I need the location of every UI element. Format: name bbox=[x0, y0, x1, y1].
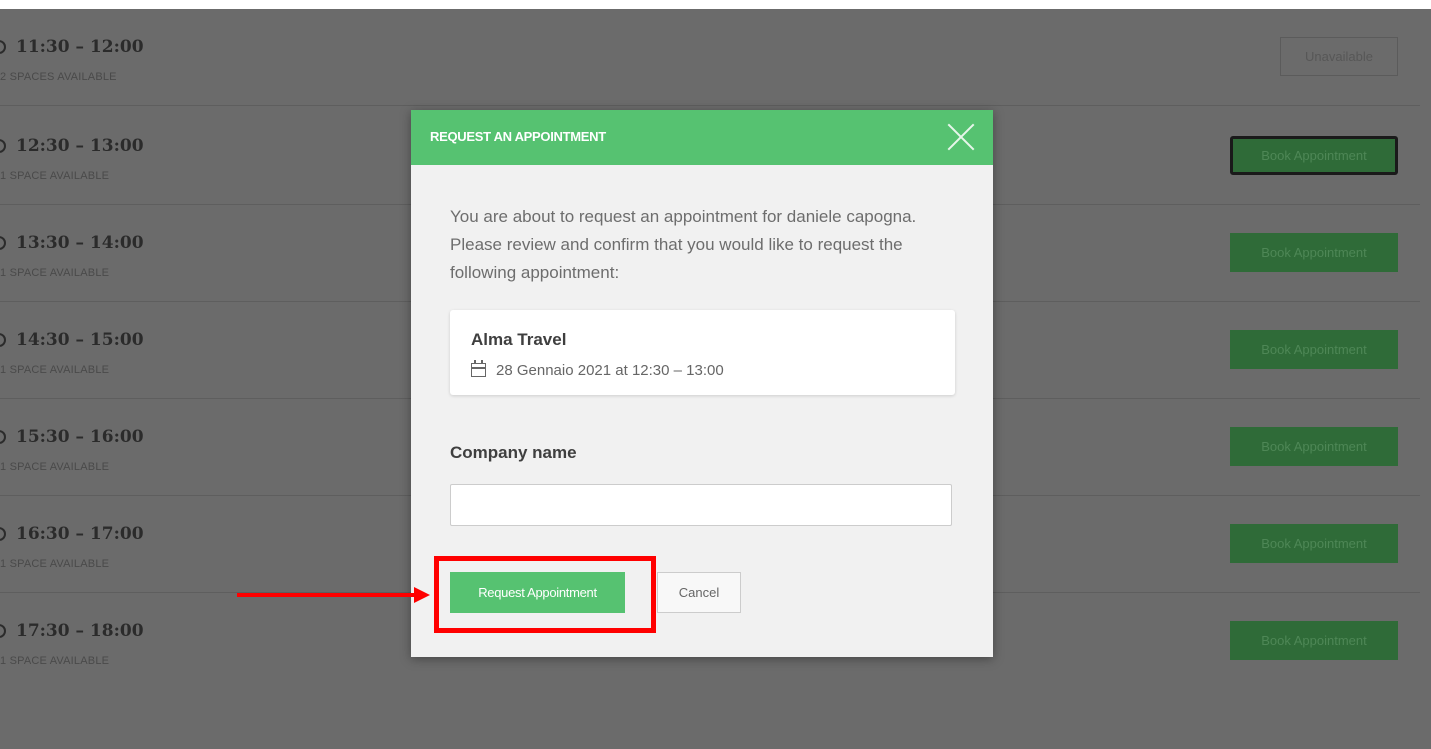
calendar-icon bbox=[471, 360, 486, 377]
clock-icon bbox=[0, 236, 6, 250]
slot-time: 12:30 – 13:00 bbox=[16, 136, 144, 156]
clock-icon bbox=[0, 333, 6, 347]
modal-title: REQUEST AN APPOINTMENT bbox=[430, 129, 606, 144]
company-name-input[interactable] bbox=[450, 484, 952, 526]
clock-icon bbox=[0, 430, 6, 444]
slot-availability: 1 SPACE AVAILABLE bbox=[0, 267, 110, 279]
clock-icon bbox=[0, 624, 6, 638]
appointment-date: 28 Gennaio 2021 at 12:30 – 13:00 bbox=[496, 362, 724, 379]
book-appointment-button[interactable]: Book Appointment bbox=[1230, 524, 1398, 563]
annotation-arrow bbox=[237, 593, 417, 597]
company-title: Alma Travel bbox=[471, 330, 567, 349]
slot-row: 11:30 – 12:00 2 SPACES AVAILABLE Unavail… bbox=[0, 9, 1420, 106]
slot-time: 13:30 – 14:00 bbox=[16, 233, 144, 253]
book-appointment-button[interactable]: Book Appointment bbox=[1230, 330, 1398, 369]
appointment-summary-card: Alma Travel 28 Gennaio 2021 at 12:30 – 1… bbox=[450, 310, 955, 395]
book-appointment-button[interactable]: Book Appointment bbox=[1230, 136, 1398, 175]
slot-availability: 2 SPACES AVAILABLE bbox=[0, 71, 117, 83]
unavailable-button[interactable]: Unavailable bbox=[1280, 37, 1398, 76]
slot-time: 15:30 – 16:00 bbox=[16, 427, 144, 447]
clock-icon bbox=[0, 139, 6, 153]
company-name-label: Company name bbox=[450, 443, 577, 462]
slot-availability: 1 SPACE AVAILABLE bbox=[0, 558, 110, 570]
modal-intro-text: You are about to request an appointment … bbox=[450, 207, 917, 282]
clock-icon bbox=[0, 527, 6, 541]
modal-header: REQUEST AN APPOINTMENT bbox=[411, 110, 993, 165]
slot-time: 11:30 – 12:00 bbox=[16, 37, 144, 57]
slot-availability: 1 SPACE AVAILABLE bbox=[0, 170, 110, 182]
top-strip bbox=[0, 0, 1431, 9]
slot-time: 17:30 – 18:00 bbox=[16, 621, 144, 641]
book-appointment-button[interactable]: Book Appointment bbox=[1230, 427, 1398, 466]
cancel-button[interactable]: Cancel bbox=[657, 572, 741, 613]
annotation-highlight-box bbox=[434, 556, 656, 633]
slot-availability: 1 SPACE AVAILABLE bbox=[0, 655, 110, 667]
slot-time: 16:30 – 17:00 bbox=[16, 524, 144, 544]
close-icon[interactable] bbox=[947, 123, 975, 151]
clock-icon bbox=[0, 40, 6, 54]
slot-availability: 1 SPACE AVAILABLE bbox=[0, 461, 110, 473]
book-appointment-button[interactable]: Book Appointment bbox=[1230, 621, 1398, 660]
book-appointment-button[interactable]: Book Appointment bbox=[1230, 233, 1398, 272]
slot-time: 14:30 – 15:00 bbox=[16, 330, 144, 350]
annotation-arrow-head bbox=[414, 587, 430, 603]
slot-availability: 1 SPACE AVAILABLE bbox=[0, 364, 110, 376]
